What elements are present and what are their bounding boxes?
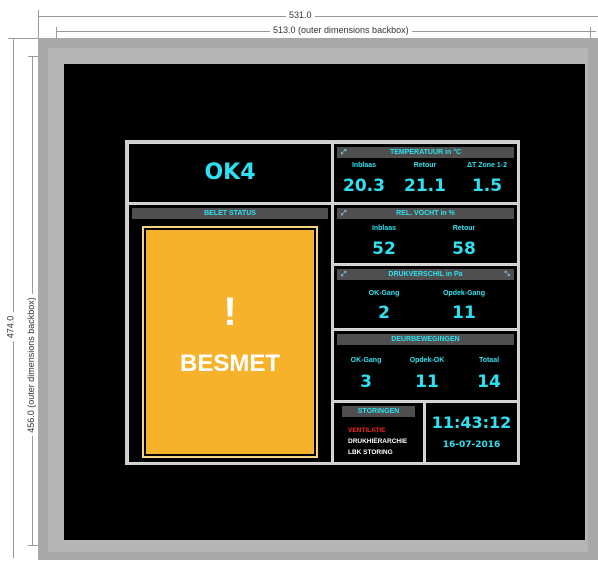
dim-outer-width: 531.0 [286,10,315,20]
humidity-label-retour: Retour [452,225,476,232]
status-card[interactable]: ! BESMET [146,230,314,454]
temperature-value-inblaas: 20.3 [343,176,385,196]
doors-header: DEURBEWEGINGEN [337,334,514,345]
dim-backbox-width: 513.0 (outer dimensions backbox) [270,25,412,35]
dashboard-panel: OK4 BELET STATUS ! BESMET ⤢ TEMPERATUUR … [125,140,520,465]
dim-backbox-height: 456.0 (outer dimensions backbox) [25,294,36,436]
humidity-label-inblaas: Inblaas [371,225,397,232]
pressure-box: ⤢ DRUKVERSCHIL in Pa ⤡ OK-Gang Opdek-Gan… [333,265,518,329]
temperature-label-inblaas: Inblaas [351,162,377,169]
status-box: BELET STATUS ! BESMET [128,204,332,463]
pressure-value-opdek-gang: 11 [452,303,476,323]
pressure-label-opdek-gang: Opdek-Gang [442,290,485,297]
doors-label-opdek-ok: Opdek-OK [409,357,445,364]
expand-icon[interactable]: ⤢ [341,269,347,280]
faults-header: STORINGEN [342,406,415,417]
clock-date: 16-07-2016 [442,440,501,450]
fault-item: DRUKHIËRARCHIE [348,438,408,445]
alert-icon: ! [223,290,237,334]
dim-tick-top [8,38,38,39]
expand-icon[interactable]: ⤢ [341,147,347,158]
humidity-value-inblaas: 52 [372,239,396,259]
temperature-value-retour: 21.1 [404,176,446,196]
temperature-header: ⤢ TEMPERATUUR in °C [337,147,514,158]
clock-time: 11:43:12 [431,413,512,432]
dim-line-outer-width [38,16,598,17]
dim-tick-left [38,10,39,40]
dim-tick-backbox-top [28,56,38,57]
collapse-icon[interactable]: ⤡ [504,269,510,280]
pressure-header: ⤢ DRUKVERSCHIL in Pa ⤡ [337,269,514,280]
humidity-box: ⤢ REL. VOCHT in % Inblaas Retour 52 58 [333,204,518,264]
dim-outer-height: 474.0 [5,312,16,342]
status-text: BESMET [179,350,280,377]
fault-item: LBK STORING [348,449,393,456]
pressure-header-label: DRUKVERSCHIL in Pa [388,271,463,278]
humidity-header: ⤢ REL. VOCHT in % [337,208,514,219]
pressure-value-ok-gang: 2 [378,303,390,323]
clock-box: 11:43:12 16-07-2016 [425,402,518,463]
humidity-header-label: REL. VOCHT in % [396,210,455,217]
temperature-value-delta: 1.5 [471,176,503,196]
room-name: OK4 [204,160,256,185]
humidity-value-retour: 58 [452,239,476,259]
dim-line-outer-height [13,38,14,558]
temperature-label-retour: Retour [413,162,437,169]
status-header: BELET STATUS [132,208,328,219]
doors-box: DEURBEWEGINGEN OK-Gang Opdek-OK Totaal 3… [333,330,518,401]
pressure-label-ok-gang: OK-Gang [368,290,400,297]
temperature-header-label: TEMPERATUUR in °C [389,149,462,156]
temperature-box: ⤢ TEMPERATUUR in °C Inblaas Retour ΔT Zo… [333,143,518,203]
faults-box: STORINGEN VENTILATIE DRUKHIËRARCHIE LBK … [333,402,424,463]
doors-value-ok-gang: 3 [360,372,372,392]
expand-icon[interactable]: ⤢ [341,208,347,219]
room-box: OK4 [128,143,332,203]
doors-value-opdek-ok: 11 [415,372,439,392]
fault-item: VENTILATIE [348,427,386,434]
doors-value-totaal: 14 [477,372,501,392]
dim-tick-backbox-bottom [28,545,38,546]
doors-label-totaal: Totaal [478,357,500,364]
doors-label-ok-gang: OK-Gang [350,357,382,364]
temperature-label-delta: ΔT Zone 1-2 [466,162,508,169]
